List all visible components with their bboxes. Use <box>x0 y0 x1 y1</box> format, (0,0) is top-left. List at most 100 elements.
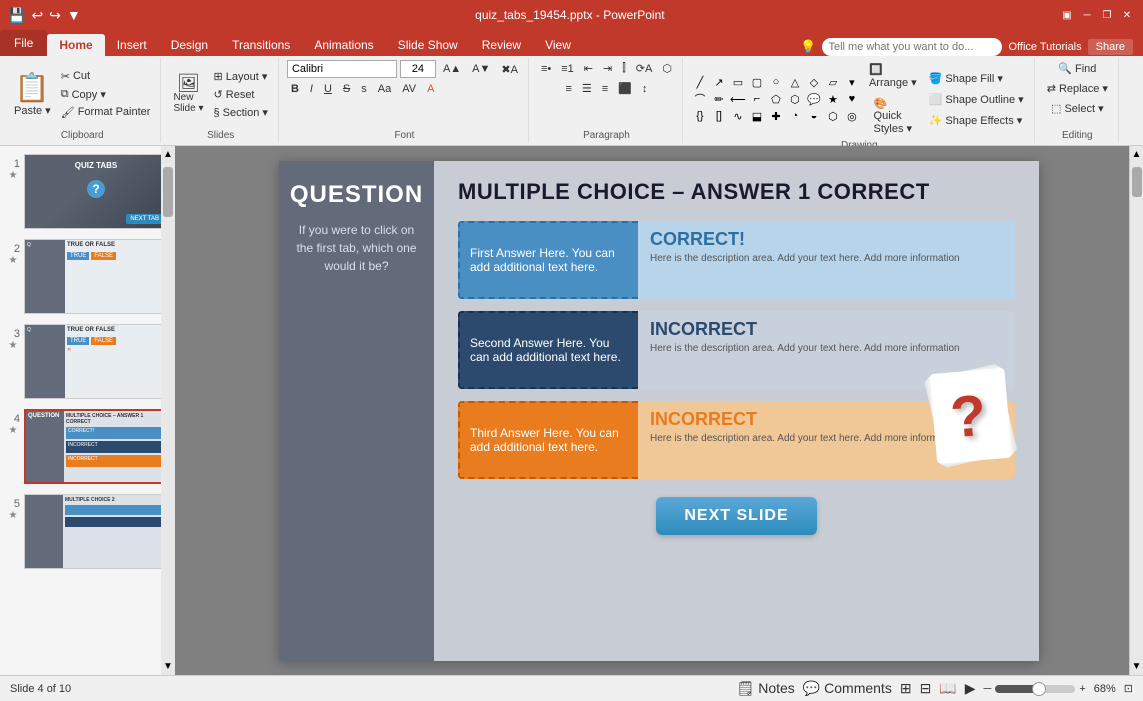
align-center-button[interactable]: ☰ <box>578 80 596 97</box>
quick-access-toolbar[interactable]: 💾 ↩ ↪ ▼ <box>8 7 81 24</box>
new-slide-button[interactable]: 🖼 NewSlide ▾ <box>169 71 207 117</box>
slide-thumb-4[interactable]: 4 ★ QUESTION MULTIPLE CHOICE – ANSWER 1 … <box>4 407 170 486</box>
shape-more[interactable]: ▾ <box>843 74 861 90</box>
shape-bend[interactable]: ⌐ <box>748 91 766 107</box>
canvas-scrollbar[interactable]: ▲ ▼ <box>1129 146 1143 675</box>
customize-icon[interactable]: ▼ <box>67 7 81 23</box>
slide-sorter-icon[interactable]: ⊟ <box>920 680 932 697</box>
redo-icon[interactable]: ↪ <box>49 7 61 24</box>
tab-home[interactable]: Home <box>47 34 104 56</box>
shape-curve[interactable]: ⌒ <box>691 91 709 107</box>
tab-animations[interactable]: Animations <box>302 34 385 56</box>
restore-button[interactable]: ❐ <box>1099 7 1115 23</box>
slide-panel-scrollbar[interactable]: ▲ ▼ <box>161 146 175 675</box>
char-spacing-button[interactable]: AV <box>398 81 420 97</box>
shape-star[interactable]: ★ <box>824 91 842 107</box>
shape-pie[interactable]: ◔ <box>786 108 804 124</box>
layout-button[interactable]: ⊞ Layout ▾ <box>209 68 271 85</box>
reading-view-icon[interactable]: 📖 <box>939 680 956 697</box>
comments-button[interactable]: 💬 Comments <box>803 680 892 697</box>
increase-font-button[interactable]: A▲ <box>439 61 465 77</box>
convert-smartart-button[interactable]: ⬡ <box>658 60 676 77</box>
slide-thumb-5[interactable]: 5 ★ MULTIPLE CHOICE 2 <box>4 492 170 571</box>
shape-bracket[interactable]: {} <box>691 108 709 124</box>
tab-file[interactable]: File <box>0 30 47 56</box>
shape-heart[interactable]: ♥ <box>843 91 861 107</box>
paste-button[interactable]: 📋 Paste ▾ <box>10 68 55 120</box>
canvas-scroll-down[interactable]: ▼ <box>1129 658 1143 675</box>
shape-arrow[interactable]: ↗ <box>710 74 728 90</box>
section-button[interactable]: § Section ▾ <box>209 104 271 121</box>
shape-cross[interactable]: ✚ <box>767 108 785 124</box>
shadow-button[interactable]: s <box>357 81 371 97</box>
shape-fill-button[interactable]: 🪣 Shape Fill ▾ <box>925 70 1028 87</box>
columns-button[interactable]: ⫿ <box>618 60 630 77</box>
text-direction-button[interactable]: ⟳A <box>632 60 657 77</box>
shape-diamond[interactable]: ◇ <box>805 74 823 90</box>
clear-format-button[interactable]: ✖A <box>497 61 522 78</box>
bold-button[interactable]: B <box>287 81 303 97</box>
share-button[interactable]: Share <box>1088 39 1133 55</box>
shape-chord[interactable]: ◒ <box>805 108 823 124</box>
slide-thumb-2[interactable]: 2 ★ Q TRUE OR FALSE TRUE FALSE <box>4 237 170 316</box>
dec-indent-button[interactable]: ⇤ <box>580 60 597 77</box>
decrease-font-button[interactable]: A▼ <box>468 61 494 77</box>
tab-design[interactable]: Design <box>159 34 220 56</box>
select-button[interactable]: ⬚ Select ▾ <box>1047 100 1108 117</box>
shape-snip[interactable]: ⬓ <box>748 108 766 124</box>
shape-callout[interactable]: 💬 <box>805 91 823 107</box>
shape-brace[interactable]: [] <box>710 108 728 124</box>
shape-rounded-rect[interactable]: ▢ <box>748 74 766 90</box>
office-tutorials-link[interactable]: Office Tutorials <box>1008 41 1081 53</box>
copy-button[interactable]: ⧉Copy ▾ <box>57 86 155 103</box>
shape-oval[interactable]: ○ <box>767 74 785 90</box>
slide-thumb-1[interactable]: 1 ★ QUIZ TABS ? NEXT TAB <box>4 152 170 231</box>
change-case-button[interactable]: Aa <box>374 81 395 97</box>
cut-button[interactable]: ✂Cut <box>57 68 155 85</box>
shape-outline-button[interactable]: ⬜ Shape Outline ▾ <box>925 91 1028 108</box>
underline-button[interactable]: U <box>320 81 336 97</box>
zoom-bar[interactable] <box>995 685 1075 693</box>
presentation-icon[interactable]: ▶ <box>965 680 976 697</box>
shape-octagon[interactable]: ⬡ <box>824 108 842 124</box>
next-slide-button[interactable]: NEXT SLIDE <box>656 497 816 535</box>
fit-slide-button[interactable]: ⊡ <box>1124 682 1133 695</box>
shape-line[interactable]: ╱ <box>691 74 709 90</box>
answer-row-1[interactable]: First Answer Here. You can add additiona… <box>458 221 1015 299</box>
shape-connector[interactable]: ⟵ <box>729 91 747 107</box>
shape-hexagon[interactable]: ⬡ <box>786 91 804 107</box>
tab-insert[interactable]: Insert <box>105 34 159 56</box>
justify-button[interactable]: ⬛ <box>614 80 636 97</box>
font-size-input[interactable] <box>400 60 436 78</box>
tab-review[interactable]: Review <box>470 34 533 56</box>
font-name-input[interactable] <box>287 60 397 78</box>
window-controls[interactable]: ▣ ─ ❐ ✕ <box>1059 7 1135 23</box>
tab-view[interactable]: View <box>533 34 583 56</box>
line-spacing-button[interactable]: ↕ <box>638 80 652 97</box>
shape-triangle[interactable]: △ <box>786 74 804 90</box>
notes-button[interactable]: 🗒 Notes <box>737 680 795 697</box>
close-button[interactable]: ✕ <box>1119 7 1135 23</box>
undo-icon[interactable]: ↩ <box>31 7 43 24</box>
shape-freeform[interactable]: ✏ <box>710 91 728 107</box>
shape-rect[interactable]: ▭ <box>729 74 747 90</box>
minimize-button[interactable]: ─ <box>1079 7 1095 23</box>
tab-transitions[interactable]: Transitions <box>220 34 302 56</box>
shape-wave[interactable]: ∿ <box>729 108 747 124</box>
shape-effects-button[interactable]: ✨ Shape Effects ▾ <box>925 112 1028 129</box>
quick-styles-button[interactable]: 🎨QuickStyles ▾ <box>865 94 921 138</box>
font-color-button[interactable]: A <box>423 81 438 97</box>
arrange-button[interactable]: 🔲Arrange ▾ <box>865 60 921 92</box>
shape-pentagon[interactable]: ⬠ <box>767 91 785 107</box>
normal-view-icon[interactable]: ⊞ <box>900 680 912 697</box>
shape-donut[interactable]: ◎ <box>843 108 861 124</box>
inc-indent-button[interactable]: ⇥ <box>599 60 616 77</box>
zoom-level[interactable]: 68% <box>1094 683 1116 695</box>
tell-me-input[interactable] <box>822 38 1002 56</box>
italic-button[interactable]: I <box>306 81 317 97</box>
zoom-out-button[interactable]: ─ <box>984 683 992 695</box>
scroll-up-arrow[interactable]: ▲ <box>160 146 176 163</box>
find-button[interactable]: 🔍 Find <box>1054 60 1100 77</box>
zoom-thumb[interactable] <box>1032 682 1046 696</box>
slide-thumb-3[interactable]: 3 ★ Q TRUE OR FALSE TRUE FALSE ✕ <box>4 322 170 401</box>
